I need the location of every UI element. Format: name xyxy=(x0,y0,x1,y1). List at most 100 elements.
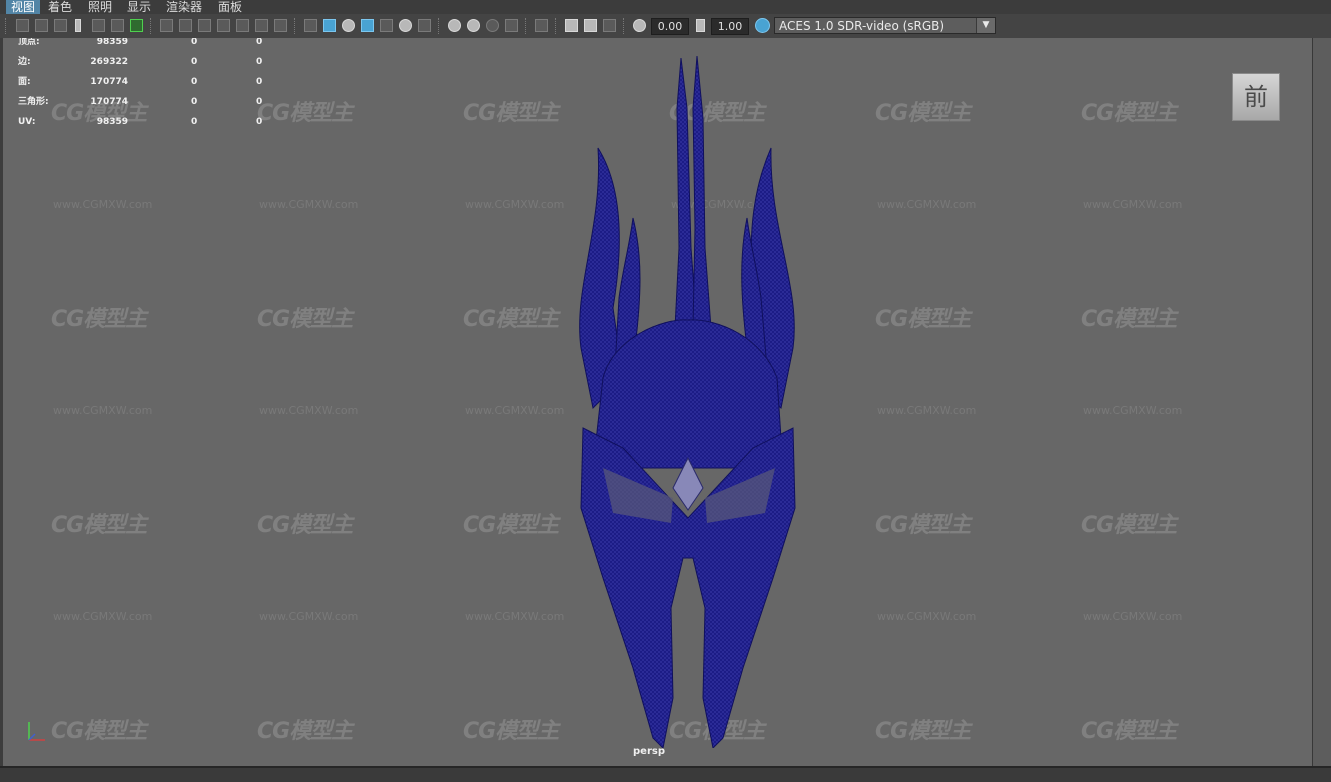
image-plane-icon[interactable] xyxy=(92,19,105,32)
watermark-logo: CG模型主 xyxy=(1081,101,1177,126)
xray-joints-icon[interactable] xyxy=(603,19,616,32)
toolbar-separator xyxy=(525,18,528,34)
gate-mask-icon[interactable] xyxy=(217,19,230,32)
watermark-logo: CG模型主 xyxy=(875,307,971,332)
watermark-logo: CG模型主 xyxy=(1081,513,1177,538)
grease-pencil-icon[interactable] xyxy=(130,19,143,32)
grid-icon[interactable] xyxy=(160,19,173,32)
camera-attributes-icon[interactable] xyxy=(35,19,48,32)
xray-icon[interactable] xyxy=(565,19,578,32)
hud-col3-vertices: 0 xyxy=(256,38,263,47)
2d-pan-zoom-icon[interactable] xyxy=(111,19,124,32)
hud-col3-faces: 0 xyxy=(256,77,263,87)
color-management-icon[interactable] xyxy=(755,18,770,33)
use-all-lights-icon[interactable] xyxy=(399,19,412,32)
watermark-url: www.CGMXW.com xyxy=(1083,610,1183,623)
menu-show[interactable]: 显示 xyxy=(127,0,151,14)
hud-value-vertices: 98359 xyxy=(96,38,128,47)
hud-value-uvs: 98359 xyxy=(96,117,128,127)
watermark-logo: CG模型主 xyxy=(875,101,971,126)
default-material-icon[interactable] xyxy=(342,19,355,32)
3d-viewport[interactable]: CG模型主 CG模型主 CG模型主 CG模型主 CG模型主 CG模型主 www.… xyxy=(3,38,1312,766)
watermark-logo: CG模型主 xyxy=(463,719,559,744)
view-cube[interactable]: 前 xyxy=(1232,73,1280,121)
menu-renderer[interactable]: 渲染器 xyxy=(166,0,202,14)
hud-col2-edges: 0 xyxy=(191,57,198,67)
watermark-url: www.CGMXW.com xyxy=(1083,404,1183,417)
color-space-dropdown[interactable]: ACES 1.0 SDR-video (sRGB) ▼ xyxy=(774,17,996,34)
watermark-url: www.CGMXW.com xyxy=(465,610,565,623)
color-space-label: ACES 1.0 SDR-video (sRGB) xyxy=(779,19,945,33)
watermark-url: www.CGMXW.com xyxy=(877,404,977,417)
wireframe-icon[interactable] xyxy=(304,19,317,32)
hud-label-vertices: 顶点: xyxy=(18,38,40,47)
menu-bar: 视图 着色 照明 显示 渲染器 面板 xyxy=(0,0,1331,14)
toolbar-separator xyxy=(438,18,441,34)
textured-icon[interactable] xyxy=(380,19,393,32)
hud-col2-faces: 0 xyxy=(191,77,198,87)
watermark-url: www.CGMXW.com xyxy=(1083,198,1183,211)
watermark-logo: CG模型主 xyxy=(51,513,147,538)
safe-title-icon[interactable] xyxy=(274,19,287,32)
watermark-url: www.CGMXW.com xyxy=(53,610,153,623)
shadows-icon[interactable] xyxy=(418,19,431,32)
menu-lighting[interactable]: 照明 xyxy=(88,0,112,14)
menu-view[interactable]: 视图 xyxy=(6,0,40,14)
smooth-shade-icon[interactable] xyxy=(323,19,336,32)
watermark-url: www.CGMXW.com xyxy=(53,404,153,417)
exposure-field[interactable]: 0.00 xyxy=(651,18,689,35)
hud-label-triangles: 三角形: xyxy=(18,97,49,107)
menu-panels[interactable]: 面板 xyxy=(218,0,242,14)
hud-col3-edges: 0 xyxy=(256,57,263,67)
watermark-url: www.CGMXW.com xyxy=(53,198,153,211)
hud-col3-triangles: 0 xyxy=(256,97,263,107)
watermark-logo: CG模型主 xyxy=(463,307,559,332)
helmet-model[interactable] xyxy=(563,48,813,748)
select-camera-icon[interactable] xyxy=(16,19,29,32)
watermark-url: www.CGMXW.com xyxy=(259,404,359,417)
toolbar-separator xyxy=(150,18,153,34)
hud-value-faces: 170774 xyxy=(90,77,128,87)
viewport-toolbar: 0.00 1.00 ACES 1.0 SDR-video (sRGB) ▼ xyxy=(0,14,1331,39)
toolbar-separator xyxy=(5,18,8,34)
hud-col3-uvs: 0 xyxy=(256,117,263,127)
anti-aliasing-icon[interactable] xyxy=(486,19,499,32)
toolbar-separator xyxy=(294,18,297,34)
xray-active-components-icon[interactable] xyxy=(584,19,597,32)
watermark-logo: CG模型主 xyxy=(257,307,353,332)
axis-gizmo xyxy=(28,722,45,741)
depth-of-field-icon[interactable] xyxy=(505,19,518,32)
camera-label: persp xyxy=(633,746,665,757)
screen-space-ao-icon[interactable] xyxy=(448,19,461,32)
watermark-url: www.CGMXW.com xyxy=(259,610,359,623)
isolate-select-icon[interactable] xyxy=(535,19,548,32)
gamma-icon[interactable] xyxy=(696,19,705,32)
right-panel-edge xyxy=(1312,38,1331,766)
motion-blur-icon[interactable] xyxy=(467,19,480,32)
field-chart-icon[interactable] xyxy=(236,19,249,32)
hud-label-faces: 面: xyxy=(18,77,31,87)
safe-action-icon[interactable] xyxy=(255,19,268,32)
watermark-logo: CG模型主 xyxy=(257,719,353,744)
toolbar-separator xyxy=(555,18,558,34)
bookmark-icon[interactable] xyxy=(75,19,81,32)
watermark-logo: CG模型主 xyxy=(257,101,353,126)
hud-col2-uvs: 0 xyxy=(191,117,198,127)
hud-col2-triangles: 0 xyxy=(191,97,198,107)
exposure-icon[interactable] xyxy=(633,19,646,32)
hud-label-edges: 边: xyxy=(18,57,31,67)
gamma-field[interactable]: 1.00 xyxy=(711,18,749,35)
watermark-logo: CG模型主 xyxy=(875,719,971,744)
wireframe-on-shaded-icon[interactable] xyxy=(361,19,374,32)
menu-shading[interactable]: 着色 xyxy=(48,0,72,14)
hud-value-triangles: 170774 xyxy=(90,97,128,107)
hud-col2-vertices: 0 xyxy=(191,38,198,47)
watermark-url: www.CGMXW.com xyxy=(877,198,977,211)
hud-value-edges: 269322 xyxy=(90,57,128,67)
film-gate-icon[interactable] xyxy=(179,19,192,32)
watermark-logo: CG模型主 xyxy=(463,513,559,538)
bookmarks-icon[interactable] xyxy=(54,19,67,32)
resolution-gate-icon[interactable] xyxy=(198,19,211,32)
watermark-logo: CG模型主 xyxy=(257,513,353,538)
watermark-url: www.CGMXW.com xyxy=(465,404,565,417)
